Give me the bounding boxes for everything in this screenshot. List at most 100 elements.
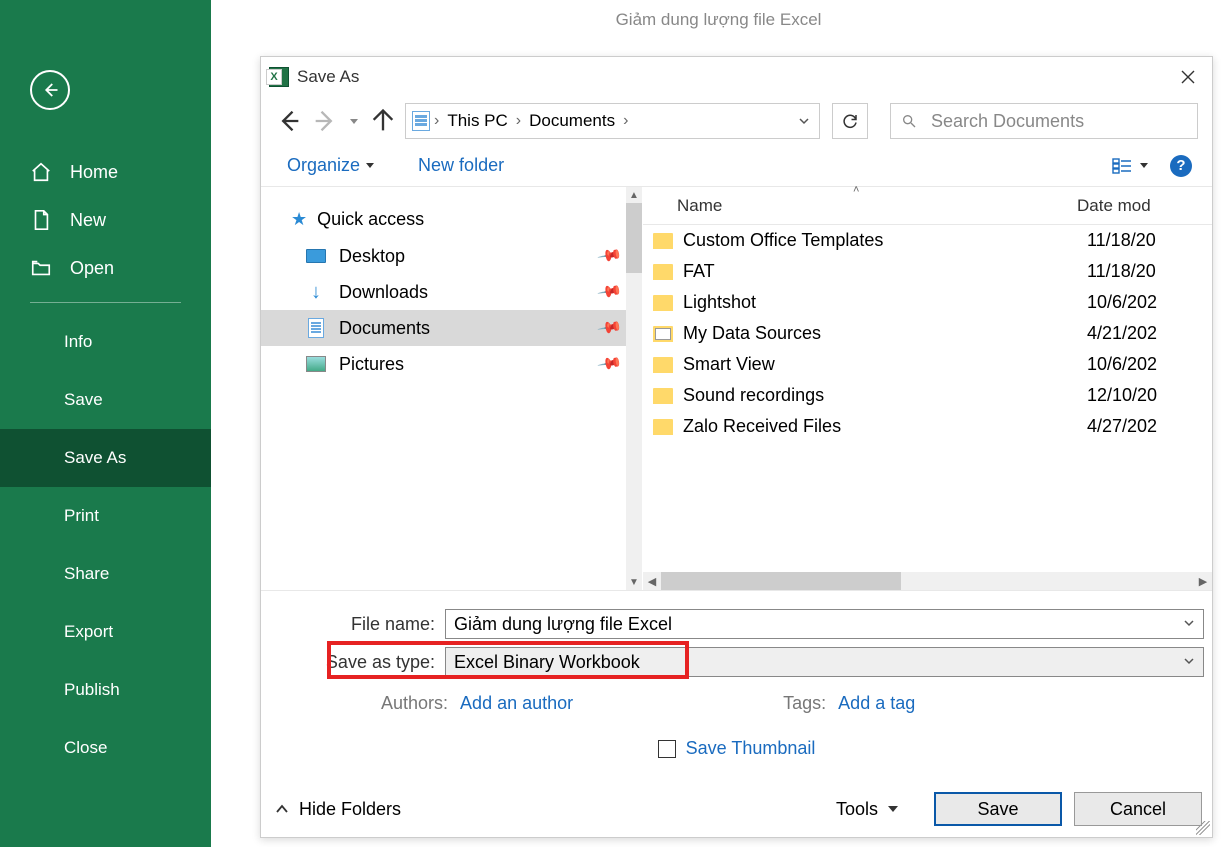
sidebar-label-info: Info: [64, 332, 92, 352]
new-icon: [30, 209, 52, 231]
file-list-hscrollbar[interactable]: ◀ ▶: [643, 572, 1212, 590]
scroll-down-button[interactable]: ▼: [626, 574, 642, 590]
tools-dropdown[interactable]: Tools: [836, 799, 898, 820]
tree-quick-access[interactable]: ★ Quick access: [261, 201, 642, 238]
save-type-value: Excel Binary Workbook: [454, 652, 640, 673]
save-type-select[interactable]: Excel Binary Workbook: [445, 647, 1204, 677]
close-button[interactable]: [1172, 63, 1204, 91]
tree-documents[interactable]: Documents 📌: [261, 310, 642, 346]
scroll-up-button[interactable]: ▲: [626, 187, 642, 203]
file-row[interactable]: Smart View10/6/202: [643, 349, 1212, 380]
pin-icon: 📌: [596, 314, 624, 342]
tree-downloads[interactable]: ↓ Downloads 📌: [261, 274, 642, 310]
folder-icon: [653, 264, 673, 280]
search-input[interactable]: Search Documents: [890, 103, 1198, 139]
nav-back-button[interactable]: [275, 107, 303, 135]
sidebar-item-close[interactable]: Close: [0, 719, 211, 777]
breadcrumb-documents[interactable]: Documents: [525, 111, 619, 131]
sidebar-item-save[interactable]: Save: [0, 371, 211, 429]
file-date: 12/10/20: [1087, 385, 1157, 406]
file-row[interactable]: Zalo Received Files4/27/202: [643, 411, 1212, 442]
close-icon: [1181, 70, 1195, 84]
sidebar-divider: [30, 302, 181, 303]
file-date: 4/27/202: [1087, 416, 1157, 437]
sidebar-item-print[interactable]: Print: [0, 487, 211, 545]
tags-label: Tags:: [783, 693, 826, 714]
nav-history-dropdown[interactable]: [347, 119, 361, 124]
tree-pictures[interactable]: Pictures 📌: [261, 346, 642, 382]
refresh-button[interactable]: [832, 103, 868, 139]
sidebar-item-info[interactable]: Info: [0, 313, 211, 371]
add-tag-link[interactable]: Add a tag: [838, 693, 915, 714]
nav-forward-button[interactable]: [311, 107, 339, 135]
new-folder-button[interactable]: New folder: [412, 151, 510, 180]
file-name: My Data Sources: [683, 323, 1087, 344]
breadcrumb[interactable]: › This PC › Documents ›: [405, 103, 820, 139]
sidebar-label-publish: Publish: [64, 680, 120, 700]
sidebar-item-open[interactable]: Open: [0, 244, 211, 292]
pin-icon: 📌: [596, 242, 624, 270]
nav-up-button[interactable]: [369, 107, 397, 135]
pin-icon: 📌: [596, 278, 624, 306]
file-row[interactable]: Lightshot10/6/202: [643, 287, 1212, 318]
back-button[interactable]: [30, 70, 70, 110]
file-date: 4/21/202: [1087, 323, 1157, 344]
search-placeholder: Search Documents: [931, 111, 1084, 132]
sidebar-item-new[interactable]: New: [0, 196, 211, 244]
sidebar-item-export[interactable]: Export: [0, 603, 211, 661]
save-button[interactable]: Save: [934, 792, 1062, 826]
chevron-down-icon: [366, 163, 374, 168]
save-thumbnail-checkbox[interactable]: [658, 740, 676, 758]
star-icon: ★: [291, 209, 307, 230]
file-row[interactable]: FAT11/18/20: [643, 256, 1212, 287]
scroll-thumb[interactable]: [661, 572, 901, 590]
column-name[interactable]: Name: [677, 196, 1077, 216]
sidebar-label-save: Save: [64, 390, 103, 410]
sidebar-label-print: Print: [64, 506, 99, 526]
dialog-form: File name: Giảm dung lượng file Excel Sa…: [261, 590, 1212, 781]
dialog-nav: › This PC › Documents › Search Documents: [261, 97, 1212, 145]
file-date: 11/18/20: [1087, 230, 1156, 251]
tree-label: Desktop: [339, 246, 405, 267]
tree-scrollbar[interactable]: ▲ ▼: [626, 187, 642, 590]
cancel-button[interactable]: Cancel: [1074, 792, 1202, 826]
dialog-title: Save As: [297, 67, 1172, 87]
file-row[interactable]: Custom Office Templates11/18/20: [643, 225, 1212, 256]
chevron-down-icon: [888, 806, 898, 812]
sidebar-label-close: Close: [64, 738, 107, 758]
file-name-input[interactable]: Giảm dung lượng file Excel: [445, 609, 1204, 639]
file-row[interactable]: Sound recordings12/10/20: [643, 380, 1212, 411]
breadcrumb-dropdown[interactable]: [795, 115, 813, 127]
sidebar-label-save-as: Save As: [64, 448, 126, 468]
scroll-right-button[interactable]: ▶: [1194, 575, 1212, 588]
scroll-left-button[interactable]: ◀: [643, 575, 661, 588]
tree-label: Downloads: [339, 282, 428, 303]
folder-icon: [653, 326, 673, 342]
file-name-label: File name:: [269, 614, 445, 635]
hide-folders-button[interactable]: Hide Folders: [271, 799, 401, 820]
tree-label: Pictures: [339, 354, 404, 375]
authors-label: Authors:: [381, 693, 448, 714]
file-row[interactable]: My Data Sources4/21/202: [643, 318, 1212, 349]
organize-button[interactable]: Organize: [281, 151, 380, 180]
sidebar-item-share[interactable]: Share: [0, 545, 211, 603]
tree-desktop[interactable]: Desktop 📌: [261, 238, 642, 274]
add-author-link[interactable]: Add an author: [460, 693, 573, 714]
folder-icon: [653, 357, 673, 373]
file-list-header: ˄ Name Date mod: [643, 187, 1212, 225]
column-date[interactable]: Date mod: [1077, 196, 1212, 216]
sidebar-item-save-as[interactable]: Save As: [0, 429, 211, 487]
help-button[interactable]: ?: [1170, 155, 1192, 177]
sidebar-item-publish[interactable]: Publish: [0, 661, 211, 719]
document-location-icon: [412, 111, 430, 131]
save-as-dialog: Save As › This PC › Documents › Search D…: [260, 56, 1213, 838]
resize-grip[interactable]: [1196, 821, 1210, 835]
search-icon: [901, 113, 917, 129]
breadcrumb-this-pc[interactable]: This PC: [443, 111, 511, 131]
file-name: Zalo Received Files: [683, 416, 1087, 437]
scroll-thumb[interactable]: [626, 203, 642, 273]
file-name: Sound recordings: [683, 385, 1087, 406]
view-options-button[interactable]: [1108, 154, 1152, 178]
picture-icon: [305, 355, 327, 373]
sidebar-item-home[interactable]: Home: [0, 148, 211, 196]
